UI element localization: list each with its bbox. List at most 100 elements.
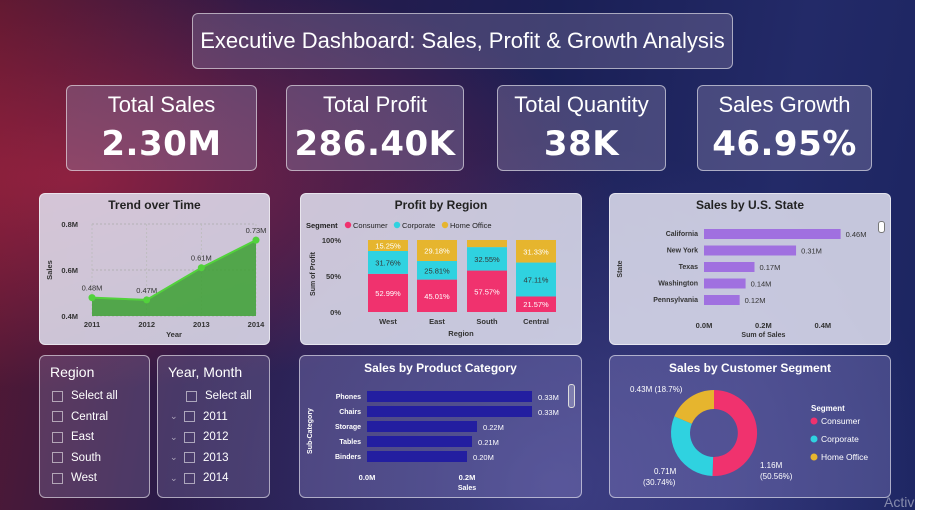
slicer-item-2013[interactable]: ⌄ 2013 <box>170 448 269 469</box>
data-label: 52.99% <box>375 289 401 298</box>
y-axis-title: Sales <box>45 260 54 280</box>
slicer-title: Year, Month <box>168 364 243 380</box>
slicer-item-label: West <box>71 472 97 485</box>
scrollbar[interactable] <box>568 384 575 408</box>
legend-marker <box>441 221 449 229</box>
y-tick-label: Binders <box>335 454 361 461</box>
data-label: (50.56%) <box>760 472 793 481</box>
profit-chart-svg: Segment Consumer Corporate Home Office 0% 50%… <box>306 221 556 338</box>
legend-marker <box>810 435 818 443</box>
activation-watermark: Activ <box>884 494 915 510</box>
data-label: 0.47M <box>136 286 157 295</box>
checkbox[interactable] <box>52 472 63 484</box>
checkbox[interactable] <box>184 452 195 464</box>
x-tick-label: 0.4M <box>814 321 831 330</box>
data-label: 0.48M <box>82 284 103 293</box>
slicer-item-label: Select all <box>205 390 252 403</box>
dashboard-title: Executive Dashboard: Sales, Profit & Gro… <box>192 13 733 69</box>
year-month-slicer[interactable]: Year, Month Select all ⌄ 2011 ⌄ 2012 ⌄ 2013… <box>157 355 270 498</box>
y-tick-label: Texas <box>679 264 698 271</box>
data-label: 0.22M <box>483 423 504 432</box>
checkbox[interactable] <box>186 390 197 402</box>
scrollbar[interactable] <box>878 221 885 233</box>
data-point <box>88 294 96 302</box>
slicer-item-select-all[interactable]: Select all <box>186 386 269 407</box>
slicer-item-select-all[interactable]: Select all <box>52 386 149 407</box>
checkbox[interactable] <box>52 411 63 423</box>
y-tick-label: 100% <box>322 236 342 245</box>
region-slicer[interactable]: Region Select all Central East South Wes… <box>39 355 150 498</box>
kpi-card-sales-growth[interactable]: Sales Growth 46.95% <box>697 85 872 171</box>
slicer-item-2012[interactable]: ⌄ 2012 <box>170 427 269 448</box>
sales-by-segment-visual[interactable]: Sales by Customer Segment 1.16M (50.56%) 0… <box>609 355 891 498</box>
trend-over-time-visual[interactable]: Trend over Time 0.4M 0.6M 0.8M 0.48M 2011 0.4… <box>39 193 270 345</box>
donut-slice <box>671 416 714 476</box>
checkbox[interactable] <box>52 390 63 402</box>
data-label: 0.61M <box>191 254 212 263</box>
legend-label: Corporate <box>402 221 435 230</box>
slicer-item-label: Select all <box>71 390 118 403</box>
x-tick-label: 0.0M <box>359 473 376 482</box>
chevron-down-icon[interactable]: ⌄ <box>170 473 180 484</box>
y-tick-label: 0.8M <box>61 220 78 229</box>
data-label: 0.46M <box>846 230 867 239</box>
y-axis-title: State <box>617 260 624 277</box>
data-label: 0.73M <box>246 226 267 235</box>
x-tick-label: West <box>379 317 397 326</box>
slicer-item-central[interactable]: Central <box>52 407 149 428</box>
kpi-card-total-sales[interactable]: Total Sales 2.30M <box>66 85 257 171</box>
slicer-title: Region <box>50 364 95 380</box>
data-label: 0.33M <box>538 393 559 402</box>
data-label: 57.57% <box>474 287 500 296</box>
chevron-down-icon[interactable]: ⌄ <box>170 411 180 422</box>
kpi-card-total-profit[interactable]: Total Profit 286.40K <box>286 85 464 171</box>
x-tick-label: South <box>476 317 498 326</box>
slicer-item-south[interactable]: South <box>52 448 149 469</box>
y-tick-label: California <box>666 231 698 238</box>
bar <box>704 295 740 305</box>
x-tick-label: 0.2M <box>755 321 772 330</box>
legend-marker <box>393 221 401 229</box>
legend-label: Corporate <box>821 434 859 444</box>
checkbox[interactable] <box>52 431 63 443</box>
data-label: 0.21M <box>478 438 499 447</box>
checkbox[interactable] <box>184 411 195 423</box>
legend-label: Consumer <box>821 416 860 426</box>
chevron-down-icon[interactable]: ⌄ <box>170 452 180 463</box>
checkbox[interactable] <box>184 431 195 443</box>
y-tick-label: Pennsylvania <box>653 297 698 304</box>
bar <box>704 278 746 289</box>
data-label: 0.12M <box>745 296 766 305</box>
slicer-item-label: 2012 <box>203 431 229 444</box>
slicer-item-label: South <box>71 451 102 464</box>
kpi-card-total-quantity[interactable]: Total Quantity 38K <box>497 85 666 171</box>
slicer-item-east[interactable]: East <box>52 427 149 448</box>
x-axis-title: Year <box>166 330 182 339</box>
sales-by-category-visual[interactable]: Sales by Product Category Phones 0.33M Cha… <box>299 355 582 498</box>
data-label: 32.55% <box>474 255 500 264</box>
segment-chart-svg: 1.16M (50.56%) 0.71M (30.74%) 0.43M (18.7%) S… <box>630 385 868 487</box>
slicer-item-2014[interactable]: ⌄ 2014 <box>170 468 269 489</box>
bar <box>704 262 755 272</box>
bar <box>367 421 477 432</box>
kpi-label: Total Sales <box>107 92 216 117</box>
x-tick-label: 2014 <box>248 320 266 329</box>
y-tick-label: 50% <box>326 272 341 281</box>
legend-title: Segment <box>306 221 338 230</box>
kpi-label: Sales Growth <box>718 92 851 117</box>
profit-by-region-visual[interactable]: Profit by Region Segment Consumer Corporat… <box>300 193 582 345</box>
data-label: (30.74%) <box>643 478 676 487</box>
checkbox[interactable] <box>184 472 195 484</box>
y-tick-label: Washington <box>658 281 698 288</box>
chevron-down-icon[interactable]: ⌄ <box>170 432 180 443</box>
data-point <box>197 264 205 272</box>
checkbox[interactable] <box>52 452 63 464</box>
category-chart-svg: Phones 0.33M Chairs 0.33M Storage 0.22M Tables… <box>307 391 559 492</box>
data-label: 45.01% <box>424 292 450 301</box>
y-tick-label: 0% <box>330 308 341 317</box>
y-tick-label: Chairs <box>339 409 361 416</box>
slicer-item-west[interactable]: West <box>52 468 149 489</box>
sales-by-state-visual[interactable]: Sales by U.S. State California 0.46M New Y… <box>609 193 891 345</box>
stacked-bar-segment <box>467 240 507 248</box>
slicer-item-2011[interactable]: ⌄ 2011 <box>170 407 269 428</box>
